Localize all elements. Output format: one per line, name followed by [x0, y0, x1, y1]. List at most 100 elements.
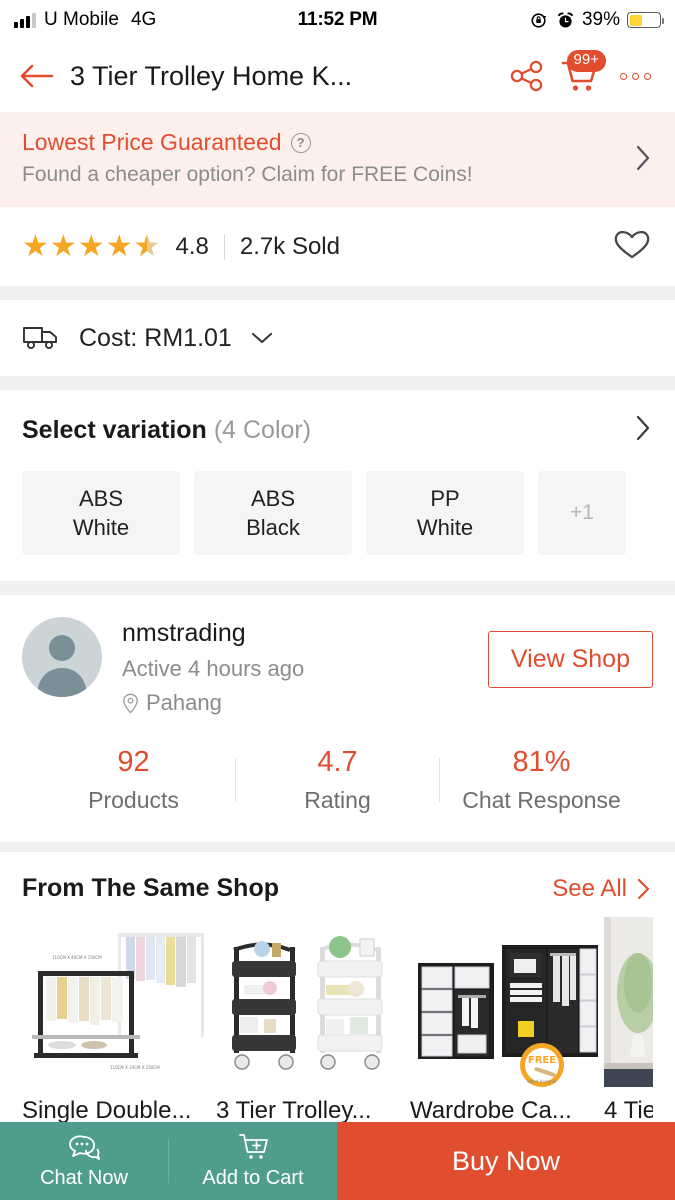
clock-label: 11:52 PM — [297, 9, 378, 30]
same-shop-carousel[interactable]: 110CM X 40CM X 150CM 110CM X 34CM X 150C… — [22, 917, 653, 1125]
shop-stat-rating: 4.7 Rating — [236, 746, 439, 814]
see-all-button[interactable]: See All — [552, 875, 653, 903]
shop-stats: 92 Products 4.7 Rating 81% Chat Response — [22, 746, 653, 820]
see-all-label: See All — [552, 874, 627, 902]
chat-bubble-icon — [69, 1135, 100, 1160]
chevron-right-icon — [636, 415, 650, 441]
more-options-button[interactable] — [611, 52, 659, 100]
stat-value: 92 — [117, 746, 150, 779]
delivery-truck-icon — [23, 327, 57, 350]
stat-value: 4.7 — [317, 746, 358, 779]
variation-chip-more[interactable]: +1 — [538, 471, 626, 556]
chevron-down-icon — [251, 332, 272, 344]
cart-badge: 99+ — [566, 50, 606, 72]
more-options-icon — [619, 72, 651, 80]
shelf-plant-image — [604, 917, 653, 1088]
chevron-right-icon — [636, 145, 650, 171]
rating-value: 4.8 — [175, 232, 209, 260]
variation-header[interactable]: Select variation (4 Color) — [22, 412, 653, 449]
variation-chip-abs-white[interactable]: ABS White — [22, 471, 180, 556]
share-button[interactable] — [503, 52, 551, 100]
variation-title: Select variation — [22, 416, 207, 444]
star-icon: ★ — [77, 229, 105, 263]
cart-button[interactable]: 99+ — [557, 50, 606, 100]
back-arrow-icon — [20, 64, 54, 88]
product-card[interactable]: 3 Tier Trolley... — [216, 917, 404, 1125]
bottom-action-bar: Chat Now Add to Cart Buy Now — [0, 1122, 675, 1200]
star-rating: ★ ★ ★ ★ ★★ — [22, 229, 161, 263]
chat-now-label: Chat Now — [40, 1167, 128, 1189]
share-icon — [510, 60, 543, 92]
product-card[interactable]: 110CM X 40CM X 150CM 110CM X 34CM X 150C… — [22, 917, 210, 1125]
wishlist-button[interactable] — [611, 224, 653, 269]
variation-chip-line1: ABS — [78, 486, 124, 511]
half-star-icon: ★★ — [133, 229, 161, 263]
product-name: Single Double... — [22, 1097, 192, 1125]
status-bar-right: 39% — [445, 9, 665, 31]
clothing-rack-image: 110CM X 40CM X 150CM 110CM X 34CM X 150C… — [22, 917, 210, 1088]
battery-icon — [627, 12, 665, 28]
section-gap — [0, 286, 675, 300]
add-to-cart-label: Add to Cart — [202, 1167, 304, 1189]
shipping-row[interactable]: Cost: RM1.01 — [0, 300, 675, 376]
back-button[interactable] — [16, 55, 58, 97]
rotation-lock-icon — [531, 12, 547, 28]
star-icon: ★ — [105, 229, 133, 263]
variation-chip-pp-white[interactable]: PP White — [366, 471, 524, 556]
svg-text:110CM X 34CM X 150CM: 110CM X 34CM X 150CM — [110, 1065, 160, 1070]
add-to-cart-button[interactable]: Add to Cart — [169, 1122, 337, 1200]
stat-label: Rating — [304, 787, 371, 814]
svg-text:FREE: FREE — [528, 1055, 556, 1066]
avatar — [22, 617, 102, 698]
status-bar-left: U Mobile 4G — [14, 9, 230, 31]
stat-label: Products — [88, 787, 179, 814]
trolley-cart-image — [216, 917, 404, 1088]
app-header: 3 Tier Trolley Home K... 99+ — [0, 40, 675, 112]
shop-stat-chat-response: 81% Chat Response — [440, 746, 643, 814]
shop-header: nmstrading Active 4 hours ago Pahang Vie… — [22, 617, 653, 716]
chevron-right-icon — [637, 878, 650, 899]
lowest-price-banner[interactable]: Lowest Price Guaranteed ? Found a cheape… — [0, 112, 675, 207]
rating-divider — [223, 233, 225, 260]
wardrobe-cabinet-image: FREE Wood Hammer — [410, 917, 598, 1088]
same-shop-header: From The Same Shop See All — [22, 874, 653, 903]
status-bar: U Mobile 4G 11:52 PM 39% — [0, 0, 675, 40]
product-name: 3 Tier Trolley... — [216, 1097, 372, 1125]
shop-name[interactable]: nmstrading — [122, 619, 468, 648]
variation-chip-line1: PP — [430, 486, 460, 511]
page-title: 3 Tier Trolley Home K... — [70, 60, 353, 91]
network-type-label: 4G — [130, 9, 157, 30]
shop-info: nmstrading Active 4 hours ago Pahang — [122, 617, 468, 716]
shop-location: Pahang — [146, 690, 222, 716]
shop-location-row: Pahang — [122, 690, 468, 716]
variation-chip-line2: White — [416, 515, 474, 541]
add-to-cart-icon — [239, 1134, 268, 1159]
variation-section: Select variation (4 Color) ABS White ABS… — [0, 390, 675, 582]
variation-chip-line2: White — [72, 515, 130, 541]
stat-label: Chat Response — [462, 787, 621, 814]
lowest-price-title: Lowest Price Guaranteed — [22, 129, 282, 155]
variation-chevron — [633, 412, 653, 449]
stat-value: 81% — [512, 746, 571, 779]
same-shop-title: From The Same Shop — [22, 874, 279, 903]
user-avatar-icon — [37, 635, 87, 698]
chat-now-button[interactable]: Chat Now — [0, 1122, 168, 1200]
shop-stat-products: 92 Products — [32, 746, 235, 814]
question-mark-icon[interactable]: ? — [290, 132, 311, 153]
view-shop-button[interactable]: View Shop — [487, 631, 653, 689]
sold-count: 2.7k Sold — [239, 232, 340, 260]
lowest-price-text: Lowest Price Guaranteed ? Found a cheape… — [22, 129, 633, 187]
status-bar-center: 11:52 PM — [230, 9, 446, 31]
lowest-price-chevron — [633, 142, 653, 174]
buy-now-button[interactable]: Buy Now — [337, 1122, 675, 1200]
variation-chip-abs-black[interactable]: ABS Black — [194, 471, 352, 556]
rating-row: ★ ★ ★ ★ ★★ 4.8 2.7k Sold — [0, 207, 675, 286]
product-card[interactable]: FREE Wood Hammer Wardrobe Ca... — [410, 917, 598, 1125]
star-icon: ★ — [49, 229, 77, 263]
shop-section: nmstrading Active 4 hours ago Pahang Vie… — [0, 595, 675, 843]
shop-active-status: Active 4 hours ago — [122, 656, 305, 682]
product-card[interactable]: 4 Tier M — [604, 917, 653, 1125]
section-gap — [0, 376, 675, 390]
product-name: Wardrobe Ca... — [410, 1097, 572, 1125]
bottom-bar-teal-group: Chat Now Add to Cart — [0, 1122, 337, 1200]
